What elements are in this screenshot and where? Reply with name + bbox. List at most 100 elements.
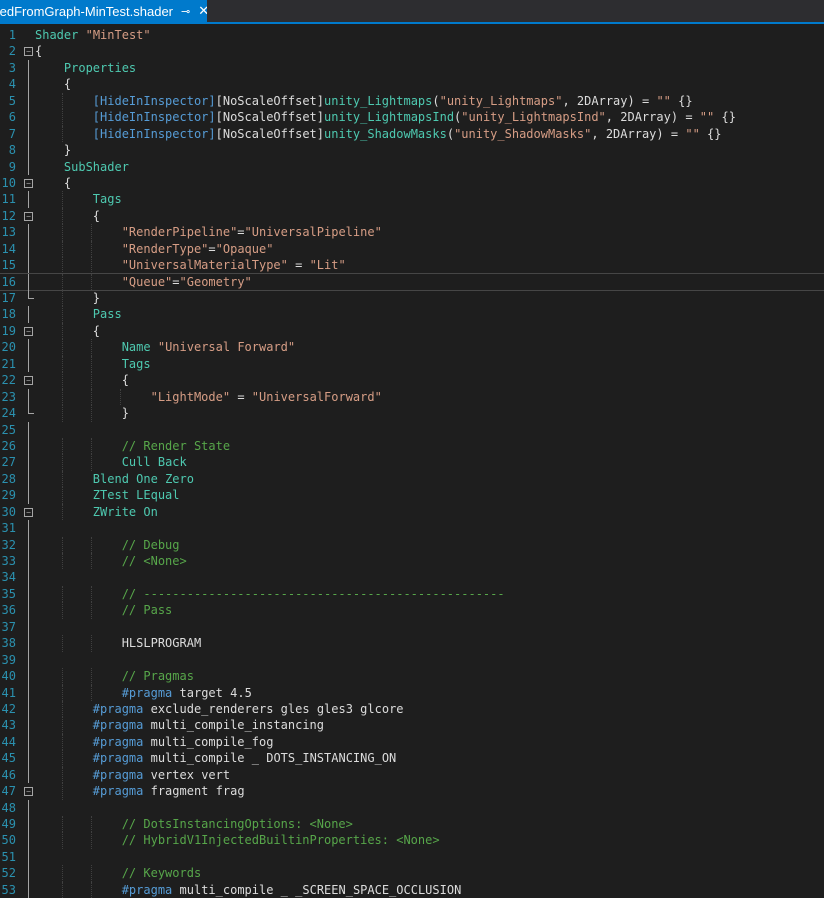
code-text: #pragma target 4.5 <box>121 685 252 700</box>
code-line[interactable]: 40 // Pragmas <box>0 668 824 685</box>
code-line[interactable]: 48 <box>0 799 824 816</box>
code-line[interactable]: 18 Pass <box>0 306 824 323</box>
code-line[interactable]: 10− { <box>0 175 824 191</box>
code-line[interactable]: 52 // Keywords <box>0 865 824 882</box>
line-number: 48 <box>1 800 16 815</box>
code-text: Blend One Zero <box>92 471 194 486</box>
fold-collapse-icon[interactable]: − <box>24 47 33 57</box>
line-number: 9 <box>8 159 16 174</box>
code-line[interactable]: 45 #pragma multi_compile _ DOTS_INSTANCI… <box>0 750 824 767</box>
code-line[interactable]: 51 <box>0 848 824 866</box>
fold-bar <box>28 240 29 258</box>
fold-bar <box>28 437 29 455</box>
code-line[interactable]: 49 // DotsInstancingOptions: <None> <box>0 816 824 833</box>
code-line[interactable]: 16 "Queue"="Geometry" <box>0 272 824 292</box>
code-line[interactable]: 3 Properties <box>0 59 824 77</box>
code-line[interactable]: 46 #pragma vertex vert <box>0 766 824 784</box>
fold-collapse-icon[interactable]: − <box>24 211 33 221</box>
code-text: } <box>92 291 101 305</box>
code-line[interactable]: 38 HLSLPROGRAM <box>0 635 824 652</box>
code-line[interactable]: 22− { <box>0 372 824 389</box>
fold-bar <box>28 224 29 241</box>
code-text: #pragma fragment frag <box>92 784 245 799</box>
code-line[interactable]: 5 [HideInInspector][NoScaleOffset]unity_… <box>0 92 824 110</box>
code-text: #pragma multi_compile_fog <box>92 734 274 749</box>
line-number: 29 <box>1 488 16 503</box>
code-line[interactable]: 21 Tags <box>0 355 824 373</box>
fold-bar <box>28 191 29 208</box>
code-line[interactable]: 2−{ <box>0 43 824 59</box>
code-line[interactable]: 33 // <None> <box>0 553 824 570</box>
code-line[interactable]: 19− { <box>0 322 824 340</box>
code-line[interactable]: 7 [HideInInspector][NoScaleOffset]unity_… <box>0 125 824 143</box>
fold-end-marker <box>28 405 34 415</box>
code-text: ZWrite On <box>92 504 158 519</box>
line-number: 49 <box>1 817 16 831</box>
code-line[interactable]: 8 } <box>0 142 824 159</box>
code-text: Pass <box>92 307 122 322</box>
code-text: { <box>92 208 101 223</box>
code-line[interactable]: 39 <box>0 651 824 669</box>
fold-bar <box>28 881 29 898</box>
code-line[interactable]: 27 Cull Back <box>0 454 824 471</box>
code-text: Shader "MinTest" <box>35 28 151 42</box>
code-line[interactable]: 36 // Pass <box>0 602 824 619</box>
line-number: 19 <box>1 323 16 338</box>
line-number: 20 <box>1 340 16 355</box>
code-line[interactable]: 32 // Debug <box>0 536 824 553</box>
code-line[interactable]: 23 "LightMode" = "UniversalForward" <box>0 388 824 406</box>
code-line[interactable]: 30− ZWrite On <box>0 503 824 521</box>
code-text: ZTest LEqual <box>92 488 180 503</box>
code-line[interactable]: 12− { <box>0 207 824 225</box>
code-line[interactable]: 25 <box>0 421 824 438</box>
document-tab[interactable]: tedFromGraph-MinTest.shader ⊸ ✕ <box>0 0 207 22</box>
code-line[interactable]: 34 <box>0 569 824 586</box>
code-line[interactable]: 41 #pragma target 4.5 <box>0 684 824 701</box>
code-line[interactable]: 17 } <box>0 290 824 307</box>
code-text: [HideInInspector][NoScaleOffset]unity_Sh… <box>92 126 722 141</box>
code-line[interactable]: 20 Name "Universal Forward" <box>0 339 824 356</box>
code-line[interactable]: 43 #pragma multi_compile_instancing <box>0 717 824 734</box>
fold-collapse-icon[interactable]: − <box>24 787 33 797</box>
code-line[interactable]: 44 #pragma multi_compile_fog <box>0 733 824 751</box>
code-editor[interactable]: 1 Shader "MinTest" 2−{3 Properties 4 {5 [Hi… <box>0 24 824 898</box>
line-number: 28 <box>1 471 16 486</box>
line-number: 15 <box>1 258 16 273</box>
line-number: 1 <box>8 28 16 42</box>
code-line[interactable]: 6 [HideInInspector][NoScaleOffset]unity_… <box>0 109 824 126</box>
code-line[interactable]: 9 SubShader <box>0 158 824 175</box>
code-text: { <box>35 44 43 59</box>
code-text: "UniversalMaterialType" = "Lit" <box>121 258 346 273</box>
code-line[interactable]: 37 <box>0 618 824 636</box>
code-line[interactable]: 14 "RenderType"="Opaque" <box>0 240 824 258</box>
code-text: "Queue"="Geometry" <box>121 274 252 289</box>
code-line[interactable]: 15 "UniversalMaterialType" = "Lit" <box>0 257 824 274</box>
fold-bar <box>28 76 29 93</box>
code-line[interactable]: 26 // Render State <box>0 437 824 455</box>
code-line[interactable]: 11 Tags <box>0 191 824 208</box>
code-line[interactable]: 29 ZTest LEqual <box>0 487 824 504</box>
code-text: Tags <box>92 192 122 207</box>
code-line[interactable]: 50 // HybridV1InjectedBuiltinProperties:… <box>0 832 824 849</box>
close-icon[interactable]: ✕ <box>198 3 207 19</box>
code-line[interactable]: 53 #pragma multi_compile _ _SCREEN_SPACE… <box>0 881 824 898</box>
code-line[interactable]: 28 Blend One Zero <box>0 470 824 488</box>
code-line[interactable]: 42 #pragma exclude_renderers gles gles3 … <box>0 700 824 718</box>
fold-collapse-icon[interactable]: − <box>24 178 33 188</box>
code-line[interactable]: 4 { <box>0 76 824 93</box>
code-line[interactable]: 1 Shader "MinTest" <box>0 27 824 43</box>
code-line[interactable]: 31 <box>0 520 824 537</box>
fold-bar <box>28 602 29 619</box>
fold-collapse-icon[interactable]: − <box>24 326 33 336</box>
line-number: 24 <box>1 406 16 421</box>
code-line[interactable]: 13 "RenderPipeline"="UniversalPipeline" <box>0 224 824 241</box>
code-line[interactable]: 24 } <box>0 405 824 422</box>
code-line[interactable]: 47− #pragma fragment frag <box>0 783 824 800</box>
pin-icon[interactable]: ⊸ <box>181 5 190 18</box>
fold-collapse-icon[interactable]: − <box>24 376 33 386</box>
fold-collapse-icon[interactable]: − <box>24 507 33 517</box>
code-text: // Pragmas <box>35 669 194 684</box>
line-number: 35 <box>1 586 16 601</box>
code-line[interactable]: 35 // ----------------------------------… <box>0 585 824 603</box>
line-number: 14 <box>1 241 16 256</box>
